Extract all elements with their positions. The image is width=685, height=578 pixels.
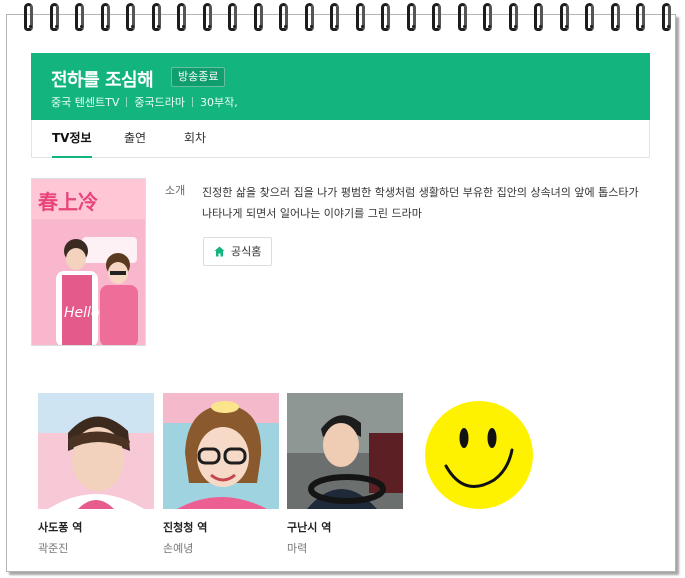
show-title[interactable]: 전하를 조심해 <box>51 66 154 92</box>
spiral-ring <box>177 3 186 31</box>
tab-tv-info[interactable]: TV정보 <box>52 120 92 158</box>
meta-channel: 중국 텐센트TV <box>51 96 120 109</box>
intro-text: 진정한 삶을 찾으러 집을 나가 평범한 학생처럼 생활하던 부유한 집안의 상… <box>202 186 639 220</box>
spiral-binding <box>0 0 685 34</box>
cast-actor[interactable]: 마력 <box>287 540 403 556</box>
cast-photo[interactable] <box>38 393 154 509</box>
svg-text:Hello: Hello <box>64 305 100 321</box>
spiral-ring <box>406 3 416 31</box>
smiley-face-icon <box>425 401 533 509</box>
tab-bar: TV정보 출연 회차 <box>31 120 650 158</box>
status-badge: 방송종료 <box>171 67 226 87</box>
spiral-ring <box>75 3 84 31</box>
meta-divider <box>191 97 193 107</box>
show-header: 전하를 조심해 방송종료 중국 텐센트TV 중국드라마 30부작, <box>31 53 650 120</box>
spiral-ring <box>253 3 263 31</box>
spiral-ring <box>508 3 518 31</box>
spiral-ring <box>381 3 390 31</box>
show-meta: 중국 텐센트TV 중국드라마 30부작, <box>51 94 238 110</box>
spiral-ring <box>49 3 59 31</box>
cast-card[interactable]: 진청청 역 손예녕 <box>163 393 279 556</box>
spiral-ring <box>151 3 161 31</box>
spiral-ring <box>100 3 110 31</box>
cast-role[interactable]: 구난시 역 <box>287 519 403 535</box>
meta-genre: 중국드라마 <box>134 96 185 109</box>
tab-episodes[interactable]: 회차 <box>184 120 206 157</box>
spiral-ring <box>661 3 671 31</box>
show-poster[interactable]: 春上冷 Hello <box>31 178 146 346</box>
cast-actor[interactable]: 손예녕 <box>163 540 279 556</box>
official-home-button[interactable]: 공식홈 <box>203 237 273 266</box>
spiral-ring <box>559 3 569 31</box>
spiral-ring <box>304 3 314 31</box>
cast-photo[interactable] <box>287 393 403 509</box>
spiral-ring <box>330 3 339 31</box>
cast-role[interactable]: 사도퐁 역 <box>38 519 154 535</box>
spiral-ring <box>457 3 467 31</box>
cast-card[interactable]: 사도퐁 역 곽준진 <box>38 393 154 556</box>
meta-divider <box>126 97 128 107</box>
spiral-ring <box>483 3 492 31</box>
spiral-ring <box>585 3 594 31</box>
spiral-ring <box>279 3 288 31</box>
official-home-label: 공식홈 <box>231 245 262 258</box>
cast-role[interactable]: 진청청 역 <box>163 519 279 535</box>
spiral-ring <box>24 3 33 31</box>
spiral-ring <box>432 3 441 31</box>
spiral-ring <box>355 3 365 31</box>
cast-photo[interactable] <box>163 393 279 509</box>
svg-text:春上冷: 春上冷 <box>37 190 98 214</box>
spiral-ring <box>636 3 645 31</box>
spiral-ring <box>202 3 212 31</box>
meta-episodes: 30부작, <box>199 96 238 109</box>
spiral-ring <box>228 3 237 31</box>
tab-cast[interactable]: 출연 <box>124 120 146 157</box>
home-icon <box>214 246 225 257</box>
spiral-ring <box>610 3 620 31</box>
spiral-ring <box>534 3 543 31</box>
spiral-ring <box>126 3 135 31</box>
cast-card[interactable]: 구난시 역 마력 <box>287 393 403 556</box>
intro-label: 소개 <box>165 184 186 197</box>
cast-actor[interactable]: 곽준진 <box>38 540 154 556</box>
